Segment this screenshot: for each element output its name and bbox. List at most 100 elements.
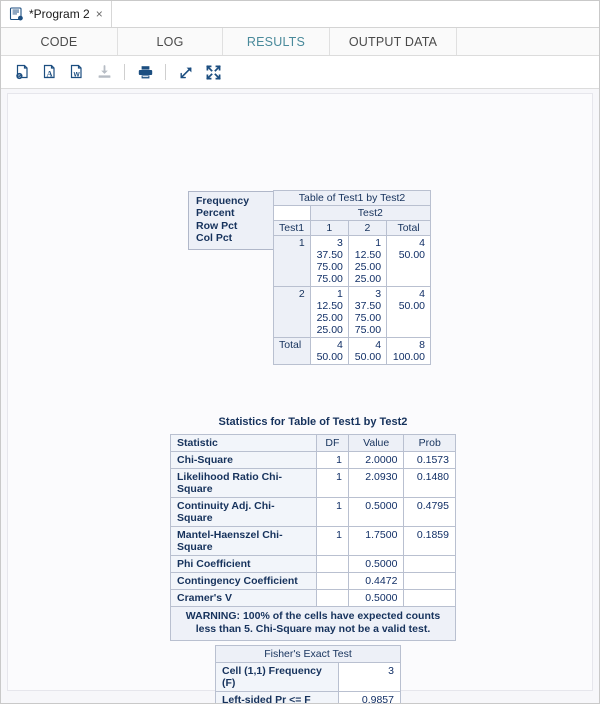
statistics-title: Statistics for Table of Test1 by Test2 — [218, 416, 408, 428]
fisher-name-1: Left-sided Pr <= F — [214, 691, 340, 703]
statistics-header-prob: Prob — [403, 434, 456, 452]
statistic-prob-5 — [403, 572, 456, 590]
crosstab-cell-r2-total: 4 50.00 — [386, 286, 431, 338]
statistic-df-5 — [315, 572, 349, 590]
legend-line-row-pct: Row Pct — [196, 219, 238, 232]
program-tab-strip: *Program 2 × — [1, 1, 599, 28]
statistic-prob-1: 0.1480 — [403, 468, 456, 498]
crosstab-total-c1: 4 50.00 — [309, 337, 349, 365]
crosstab-colgroup-row: Test2 — [273, 205, 432, 221]
crosstab-title: Table of Test1 by Test2 — [273, 190, 431, 206]
results-toolbar: 5 A W — [1, 56, 599, 89]
tab-code[interactable]: CODE — [1, 28, 118, 55]
crosstab-total-label: Total — [273, 337, 311, 365]
results-canvas: Frequency Percent Row Pct Col Pct Table … — [1, 89, 599, 703]
statistics-header-row: Statistic DF Value Prob — [170, 434, 456, 452]
table-row: Cell (1,1) Frequency (F) 3 — [214, 662, 401, 692]
statistic-df-3: 1 — [315, 526, 349, 556]
statistic-name-5: Contingency Coefficient — [170, 572, 317, 590]
table-row: Continuity Adj. Chi-Square 1 0.5000 0.47… — [170, 497, 456, 527]
fisher-value-0: 3 — [338, 662, 401, 692]
fisher-value-1: 0.9857 — [338, 691, 401, 703]
table-row: 2 1 12.50 25.00 25.00 3 37.50 75.00 75.0… — [273, 286, 431, 338]
statistic-value-5: 0.4472 — [347, 572, 405, 590]
crosstab-cell-r1-total: 4 50.00 — [386, 235, 431, 287]
statistics-warning-row: WARNING: 100% of the cells have expected… — [170, 606, 456, 641]
fisher-name-0: Cell (1,1) Frequency (F) — [214, 662, 340, 692]
statistic-name-0: Chi-Square — [170, 451, 317, 469]
crosstab-total-c2: 4 50.00 — [347, 337, 388, 365]
fisher-title: Fisher's Exact Test — [215, 645, 401, 663]
statistic-value-0: 2.0000 — [347, 451, 405, 469]
view-tab-bar: CODE LOG RESULTS OUTPUT DATA — [1, 28, 599, 56]
statistic-value-3: 1.7500 — [347, 526, 405, 556]
statistic-value-6: 0.5000 — [347, 589, 405, 607]
statistic-value-1: 2.0930 — [347, 468, 405, 498]
statistics-header-statistic: Statistic — [170, 434, 317, 452]
collapse-icon[interactable] — [200, 60, 226, 84]
statistic-df-2: 1 — [315, 497, 349, 527]
statistic-prob-3: 0.1859 — [403, 526, 456, 556]
statistic-value-4: 0.5000 — [347, 555, 405, 573]
open-external-icon[interactable] — [173, 60, 199, 84]
crosstab-col-header-2: 2 — [347, 220, 388, 236]
crosstab-col-header-total: Total — [386, 220, 431, 236]
crosstab-row-label-2: 2 — [273, 286, 311, 338]
table-row: Mantel-Haenszel Chi-Square 1 1.7500 0.18… — [170, 526, 456, 556]
program-tab-label: *Program 2 — [29, 7, 90, 21]
legend-line-col-pct: Col Pct — [196, 232, 233, 245]
statistic-df-0: 1 — [315, 451, 349, 469]
fisher-exact-test-block: Fisher's Exact Test Cell (1,1) Frequency… — [214, 645, 401, 703]
crosstab-cell-r2c1: 1 12.50 25.00 25.00 — [309, 286, 349, 338]
legend-line-frequency: Frequency — [196, 195, 250, 207]
sas-program-icon — [9, 6, 24, 22]
save-word-icon[interactable]: W — [64, 60, 90, 84]
results-output-sheet: Frequency Percent Row Pct Col Pct Table … — [7, 93, 593, 703]
crosstab-cell-r2c2: 3 37.50 75.00 75.00 — [347, 286, 388, 338]
fisher-exact-test-table: Fisher's Exact Test Cell (1,1) Frequency… — [214, 645, 401, 703]
statistic-name-2: Continuity Adj. Chi-Square — [170, 497, 317, 527]
table-row: Chi-Square 1 2.0000 0.1573 — [170, 451, 456, 469]
table-row: Cramer's V 0.5000 — [170, 589, 456, 607]
fisher-title-row: Fisher's Exact Test — [215, 645, 401, 663]
statistic-name-6: Cramer's V — [170, 589, 317, 607]
legend-line-percent: Percent — [196, 207, 235, 220]
statistic-name-4: Phi Coefficient — [170, 555, 317, 573]
sas-studio-window: *Program 2 × CODE LOG RESULTS OUTPUT DAT… — [0, 0, 600, 704]
svg-text:W: W — [73, 71, 80, 78]
print-icon[interactable] — [132, 60, 158, 84]
table-row: Left-sided Pr <= F 0.9857 — [214, 691, 401, 703]
table-row: 1 3 37.50 75.00 75.00 1 12.50 25.00 25.0… — [273, 235, 431, 287]
statistic-prob-6 — [403, 589, 456, 607]
tab-output-data-label: OUTPUT DATA — [348, 34, 438, 49]
statistic-df-1: 1 — [315, 468, 349, 498]
crosstab-rowvar-label: Test1 — [273, 220, 311, 236]
statistics-table: Statistic DF Value Prob Chi-Square 1 2.0… — [170, 434, 456, 641]
statistics-warning-text: WARNING: 100% of the cells have expected… — [170, 606, 456, 641]
statistic-name-3: Mantel-Haenszel Chi-Square — [170, 526, 317, 556]
statistic-name-1: Likelihood Ratio Chi-Square — [170, 468, 317, 498]
statistics-block: Statistics for Table of Test1 by Test2 S… — [170, 416, 456, 641]
statistics-header-df: DF — [315, 434, 349, 452]
crosstab-table-wrapper: Table of Test1 by Test2 Test2 Test1 1 2 … — [273, 190, 432, 365]
svg-text:A: A — [46, 68, 53, 78]
crosstab-cell-r1c2: 1 12.50 25.00 25.00 — [347, 235, 388, 287]
crosstab-cell-r1c1: 3 37.50 75.00 75.00 — [309, 235, 349, 287]
statistic-prob-4 — [403, 555, 456, 573]
save-pdf-icon[interactable]: A — [37, 60, 63, 84]
statistics-header-value: Value — [347, 434, 405, 452]
toolbar-separator-1 — [124, 64, 125, 80]
tab-output-data[interactable]: OUTPUT DATA — [330, 28, 457, 55]
table-row: Phi Coefficient 0.5000 — [170, 555, 456, 573]
close-icon[interactable]: × — [95, 8, 104, 20]
program-tab-program-2[interactable]: *Program 2 × — [3, 1, 112, 27]
table-row: Likelihood Ratio Chi-Square 1 2.0930 0.1… — [170, 468, 456, 498]
crosstab-total-row: Total 4 50.00 4 50.00 8 100.00 — [273, 337, 431, 365]
save-html-icon[interactable]: 5 — [10, 60, 36, 84]
crosstab-title-row: Table of Test1 by Test2 — [273, 190, 431, 206]
tab-log[interactable]: LOG — [118, 28, 223, 55]
crosstab-row-label-1: 1 — [273, 235, 311, 287]
tab-code-label: CODE — [40, 34, 78, 49]
tab-results[interactable]: RESULTS — [223, 28, 330, 55]
download-icon[interactable] — [91, 60, 117, 84]
